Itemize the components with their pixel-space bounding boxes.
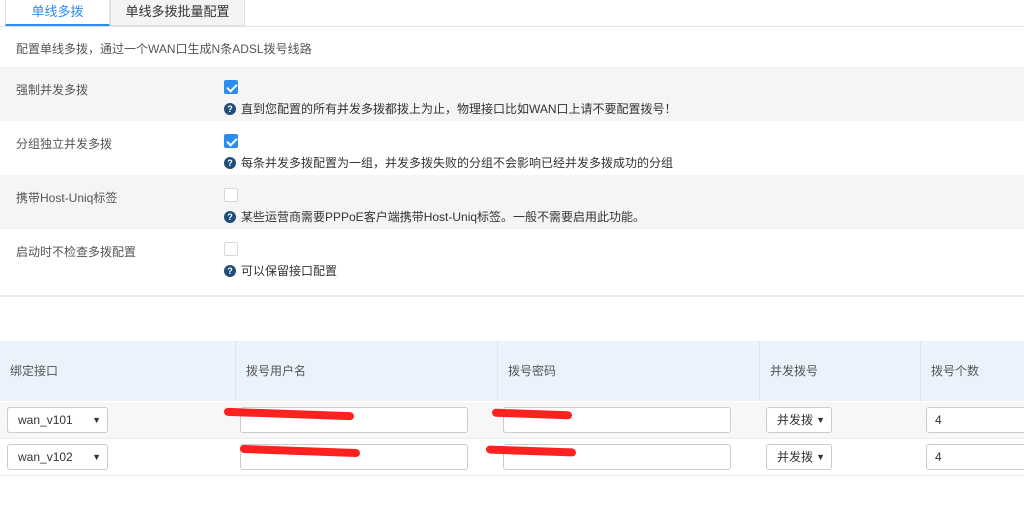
dial-count-input[interactable]: 4 [926,444,1024,470]
section-divider [0,295,1024,297]
setting-help: ? 可以保留接口配置 [224,262,337,279]
setting-label: 启动时不检查多拨配置 [16,245,137,259]
setting-label: 携带Host-Uniq标签 [16,191,118,205]
concurrent-select-value: 并发拨 [777,413,814,427]
table-row: wan_v101 ▼ 并发拨 ▼ 4 [0,402,1024,439]
column-header-username: 拨号用户名 [236,341,498,401]
question-circle-icon: ? [224,264,236,277]
caret-down-icon: ▼ [92,452,101,462]
setting-row-force-concurrent: 强制并发多拨 ? 直到您配置的所有并发多拨都拨上为止，物理接口比如WAN口上请不… [0,67,1024,121]
interface-select[interactable]: wan_v102 ▼ [7,444,108,470]
setting-help: ? 直到您配置的所有并发多拨都拨上为止，物理接口比如WAN口上请不要配置拨号！ [224,100,677,117]
setting-label: 分组独立并发多拨 [16,137,113,151]
concurrent-select[interactable]: 并发拨 ▼ [766,444,832,470]
setting-help: ? 每条并发多拨配置为一组，并发多拨失败的分组不会影响已经并发多拨成功的分组 [224,154,673,171]
host-uniq-checkbox[interactable] [224,188,238,202]
page-description: 配置单线多拨，通过一个WAN口生成N条ADSL拨号线路 [16,42,312,56]
caret-down-icon: ▼ [816,415,825,425]
force-concurrent-checkbox[interactable] [224,80,238,94]
interface-select-value: wan_v101 [18,413,73,427]
group-independent-checkbox[interactable] [224,134,238,148]
setting-help-text: 每条并发多拨配置为一组，并发多拨失败的分组不会影响已经并发多拨成功的分组 [241,156,674,170]
setting-help-text: 可以保留接口配置 [241,264,338,278]
caret-down-icon: ▼ [816,452,825,462]
setting-row-group-independent: 分组独立并发多拨 ? 每条并发多拨配置为一组，并发多拨失败的分组不会影响已经并发… [0,121,1024,175]
table-header: 绑定接口 拨号用户名 拨号密码 并发拨号 拨号个数 [0,341,1024,401]
interface-select-value: wan_v102 [18,450,73,464]
table-row: wan_v102 ▼ 并发拨 ▼ 4 [0,439,1024,476]
setting-row-skip-check: 启动时不检查多拨配置 ? 可以保留接口配置 [0,229,1024,283]
question-circle-icon: ? [224,156,236,169]
tab-single-line-multidial[interactable]: 单线多拨 [5,0,110,26]
tab-batch-config[interactable]: 单线多拨批量配置 [110,0,245,26]
column-header-password: 拨号密码 [498,341,760,401]
setting-help-text: 直到您配置的所有并发多拨都拨上为止，物理接口比如WAN口上请不要配置拨号！ [241,102,677,116]
interface-select[interactable]: wan_v101 ▼ [7,407,108,433]
setting-help-text: 某些运营商需要PPPoE客户端携带Host-Uniq标签。一般不需要启用此功能。 [241,210,646,224]
dial-count-input[interactable]: 4 [926,407,1024,433]
skip-check-checkbox[interactable] [224,242,238,256]
question-circle-icon: ? [224,102,236,115]
setting-row-host-uniq: 携带Host-Uniq标签 ? 某些运营商需要PPPoE客户端携带Host-Un… [0,175,1024,229]
concurrent-select-value: 并发拨 [777,450,814,464]
setting-label: 强制并发多拨 [16,83,89,97]
question-circle-icon: ? [224,210,236,223]
concurrent-select[interactable]: 并发拨 ▼ [766,407,832,433]
setting-help: ? 某些运营商需要PPPoE客户端携带Host-Uniq标签。一般不需要启用此功… [224,208,645,225]
column-header-concurrent: 并发拨号 [760,341,921,401]
column-header-count: 拨号个数 [931,364,980,378]
column-header-interface: 绑定接口 [0,341,236,401]
caret-down-icon: ▼ [92,415,101,425]
tab-bar: 单线多拨 单线多拨批量配置 [0,0,1024,27]
